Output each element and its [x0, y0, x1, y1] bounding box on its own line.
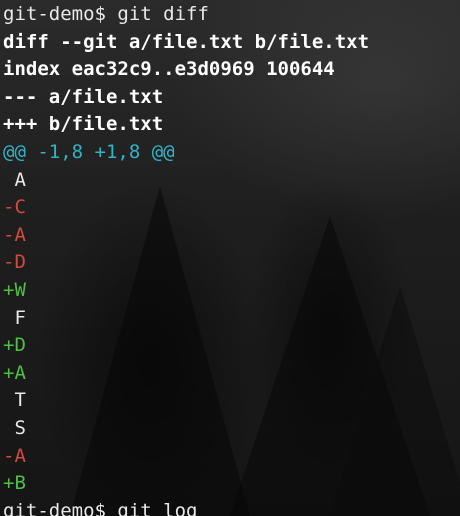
command-prompt-line: git-demo$ git diff	[3, 3, 209, 25]
added-line: +W	[3, 278, 26, 301]
context-line: T	[3, 389, 26, 412]
diff-header-line: +++ b/file.txt	[3, 113, 164, 136]
deleted-line: -A	[3, 444, 26, 467]
added-line: +D	[3, 334, 26, 357]
added-line: +A	[3, 361, 26, 384]
deleted-line: -C	[3, 196, 26, 219]
hunk-header-line: @@ -1,8 +1,8 @@	[3, 140, 175, 163]
diff-header-line: index eac32c9..e3d0969 100644	[3, 58, 335, 81]
context-line: A	[3, 168, 26, 191]
command-prompt-line: git-demo$ git log	[3, 499, 198, 516]
deleted-line: -D	[3, 251, 26, 274]
context-line: F	[3, 306, 26, 329]
context-line: S	[3, 416, 26, 439]
deleted-line: -A	[3, 223, 26, 246]
diff-header-line: diff --git a/file.txt b/file.txt	[3, 30, 370, 53]
terminal-window[interactable]: git-demo$ git diff diff --git a/file.txt …	[0, 0, 460, 516]
terminal-output: git-demo$ git diff diff --git a/file.txt …	[3, 1, 369, 516]
diff-header-line: --- a/file.txt	[3, 85, 164, 108]
added-line: +B	[3, 472, 26, 495]
